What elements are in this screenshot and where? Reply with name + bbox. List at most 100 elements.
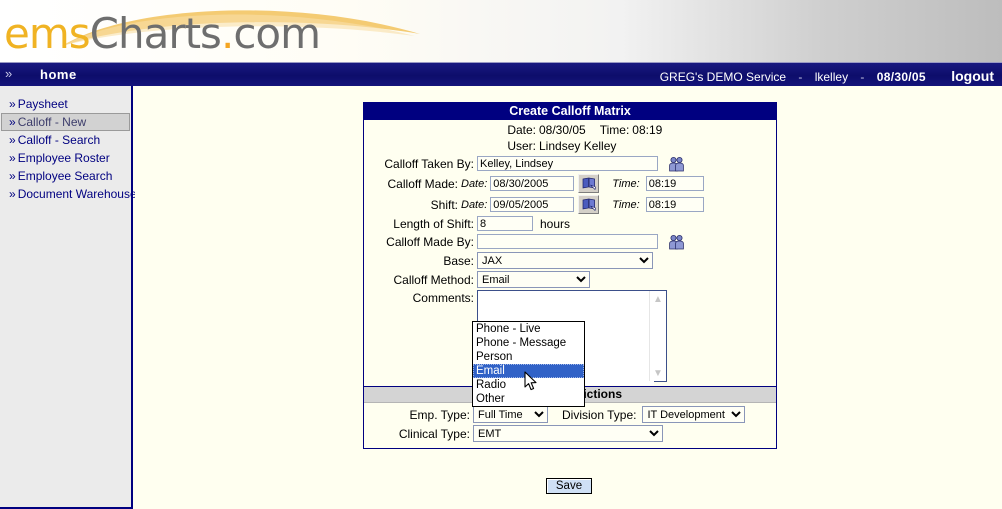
sidebar-item-label: Employee Roster [17,151,110,165]
calendar-picker-icon[interactable] [578,195,600,214]
sidebar-bullet-icon: » [9,187,16,201]
comments-scrollbar[interactable]: ▲ ▼ [649,291,666,381]
save-button[interactable]: Save [545,478,593,494]
nav-home-link[interactable]: home [40,67,77,82]
panel-body: Date: 08/30/05 Time: 08:19 User: Lindsey… [364,120,776,407]
sidebar-item-label: Calloff - New [17,115,87,129]
base-select[interactable]: JAX [477,252,653,269]
sidebar-item-label: Employee Search [17,169,113,183]
sidebar-item-calloff-new[interactable]: » Calloff - New [1,113,130,131]
dropdown-option[interactable]: Phone - Live [473,322,584,336]
initial-restrictions-body: Emp. Type: Full Time Division Type: IT D… [364,403,776,448]
sidebar-item-label: Document Warehouse [17,187,137,201]
calloff-made-time-label: Time: [612,177,640,190]
calloff-made-row: Calloff Made: Date: Time: [364,174,776,193]
site-logo[interactable]: emsCharts.com [0,0,430,62]
calloff-taken-by-row: Calloff Taken By: [364,155,776,172]
nav-date: 08/30/05 [876,70,926,84]
clinical-type-label: Clinical Type: [398,426,470,441]
comments-label: Comments: [412,291,474,305]
calloff-made-by-label: Calloff Made By: [386,234,474,249]
sidebar-item-employee-roster[interactable]: » Employee Roster [0,149,131,167]
nav-chevron-icon: » [5,66,13,81]
division-type-select[interactable]: IT Development [642,406,746,423]
shift-time-label: Time: [612,198,640,211]
shift-date-label: Date: [461,198,488,211]
sidebar-bullet-icon: » [9,169,16,183]
sidebar-bullet-icon: » [9,115,16,129]
nav-separator-2: - [860,70,865,84]
top-navigation-bar: » home GREG's DEMO Service - lkelley - 0… [0,62,1002,86]
calloff-made-date-label: Date: [461,177,488,190]
sidebar-bullet-icon: » [9,151,16,165]
sidebar-bullet-icon: » [9,97,16,111]
division-type-label: Division Type: [562,407,637,422]
sidebar-navigation: » Paysheet » Calloff - New » Calloff - Sear… [0,86,137,509]
base-label: Base: [443,253,474,268]
date-value: 08/30/05 [539,123,586,137]
date-label: Date: [507,123,536,137]
user-value: Lindsey Kelley [539,139,617,153]
main-content: Create Calloff Matrix Date: 08/30/05 Tim… [135,86,1002,509]
nav-username: lkelley [814,70,849,84]
calloff-made-by-input[interactable] [477,234,658,249]
logo-charts-text: Charts [89,9,222,58]
calloff-taken-by-input[interactable] [477,156,658,171]
calloff-method-row: Calloff Method: Email [364,271,776,288]
sidebar-item-employee-search[interactable]: » Employee Search [0,167,131,185]
calendar-picker-icon[interactable] [578,174,600,193]
calloff-method-label: Calloff Method: [393,272,475,287]
nav-organization: GREG's DEMO Service [659,70,787,84]
length-units-label: hours [540,216,571,231]
calloff-method-select[interactable]: Email [477,271,590,288]
date-time-row: Date: 08/30/05 Time: 08:19 [364,123,776,137]
user-label: User: [507,139,536,153]
time-value: 08:19 [632,123,663,137]
dropdown-option-selected[interactable]: Email [473,364,584,378]
calloff-made-date-input[interactable] [490,176,575,191]
calloff-method-dropdown-list[interactable]: Phone - Live Phone - Message Person Emai… [472,321,585,407]
scroll-up-icon[interactable]: ▲ [650,291,666,307]
save-button-container: Save [363,478,775,494]
masthead: emsCharts.com [0,0,1002,62]
clinical-type-row: Clinical Type: EMT [364,425,776,442]
shift-row: Shift: Date: Time: [364,195,776,214]
emp-type-label: Emp. Type: [409,407,470,422]
length-of-shift-label: Length of Shift: [393,216,474,231]
calloff-taken-by-label: Calloff Taken By: [384,156,474,171]
dropdown-option[interactable]: Other [473,392,584,406]
sidebar-item-document-warehouse[interactable]: » Document Warehouse [0,185,137,203]
sidebar-item-calloff-search[interactable]: » Calloff - Search [0,131,131,149]
calloff-made-label: Calloff Made: [387,176,458,191]
sidebar-item-paysheet[interactable]: » Paysheet [0,95,131,113]
shift-date-input[interactable] [490,197,575,212]
calloff-made-by-row: Calloff Made By: [364,233,776,250]
sidebar-bullet-icon: » [9,133,16,147]
dropdown-option[interactable]: Phone - Message [473,336,584,350]
time-label: Time: [599,123,630,137]
scroll-down-icon[interactable]: ▼ [650,365,666,381]
length-of-shift-input[interactable] [477,216,533,231]
shift-time-input[interactable] [645,197,704,212]
panel-title: Create Calloff Matrix [364,103,776,120]
emp-type-select[interactable]: Full Time [473,406,548,423]
nav-session-info: GREG's DEMO Service - lkelley - 08/30/05… [660,68,994,84]
logo-text: emsCharts.com [4,13,321,55]
logo-dot: . [220,9,234,58]
dropdown-option[interactable]: Radio [473,378,584,392]
nav-separator-1: - [798,70,803,84]
logo-ems-text: ems [4,9,91,58]
people-picker-icon[interactable] [667,233,685,250]
sidebar-item-label: Calloff - Search [17,133,101,147]
calloff-made-time-input[interactable] [645,176,704,191]
dropdown-option[interactable]: Person [473,350,584,364]
create-calloff-matrix-panel: Create Calloff Matrix Date: 08/30/05 Tim… [363,102,777,449]
logout-link[interactable]: logout [929,68,994,84]
people-picker-icon[interactable] [667,155,685,172]
base-row: Base: JAX [364,252,776,269]
sidebar-item-label: Paysheet [17,97,68,111]
shift-label: Shift: [430,197,458,212]
user-row: User: Lindsey Kelley [364,139,776,153]
logo-com-text: com [233,9,321,58]
clinical-type-select[interactable]: EMT [473,425,663,442]
